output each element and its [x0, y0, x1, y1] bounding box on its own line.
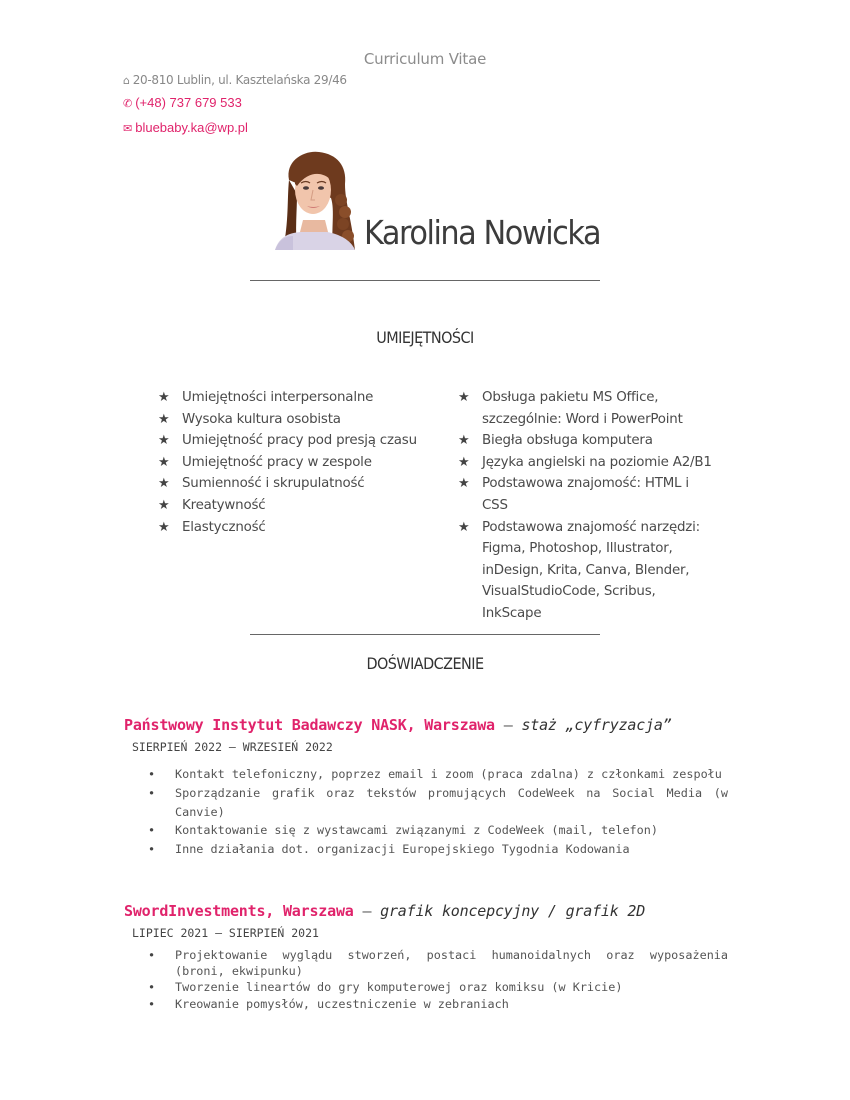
job-company: Państwowy Instytut Badawczy NASK, Warsza… [124, 716, 495, 734]
profile-photo [275, 150, 358, 250]
duty-item: • Projektowanie wyglądu stworzeń, postaci… [148, 948, 728, 979]
duty-item: • Tworzenie lineartów do gry komputerowej… [148, 980, 623, 995]
phone-icon: ✆ [123, 98, 133, 110]
skill-item: ★ Umiejętności interpersonalne [158, 387, 448, 409]
address-text: 20-810 Lublin, ul. Kasztelańska 29/46 [132, 73, 347, 87]
skill-item: ★ Biegła obsługa komputera [458, 430, 718, 452]
skill-item: ★ Kreatywność [158, 495, 448, 517]
star-icon: ★ [458, 433, 470, 449]
email-text[interactable]: bluebaby.ka@wp.pl [135, 120, 248, 135]
job-role: staż „cyfryzacja” [521, 716, 672, 734]
bullet-icon: • [148, 996, 156, 1011]
experience-heading: DOŚWIADCZENIE [366, 654, 484, 673]
star-icon: ★ [158, 390, 170, 405]
skill-item: ★ Elastyczność [158, 517, 448, 539]
house-icon: ⌂ [123, 74, 130, 87]
skill-item: ★ Języka angielski na poziomie A2/B1 [458, 452, 718, 474]
job-separator: — [362, 902, 372, 920]
skill-item: ★ Sumienność i skrupulatność [158, 473, 448, 495]
phone-text[interactable]: (+48) 737 679 533 [135, 95, 242, 110]
skill-item: ★ Podstawowa znajomość: HTML i CSS [458, 473, 718, 516]
duty-item: • Inne działania dot. organizacji Europej… [148, 840, 728, 859]
document-title: Curriculum Vitae [363, 50, 487, 68]
star-icon: ★ [458, 390, 470, 405]
skill-item: ★ Obsługa pakietu MS Office, szczególnie:… [458, 387, 718, 430]
divider [250, 280, 600, 281]
job-duties: • Kontakt telefoniczny, poprzez email i z… [148, 765, 728, 859]
bullet-icon: • [148, 767, 156, 781]
job-separator: — [503, 716, 513, 734]
contact-email[interactable]: ✉ bluebaby.ka@wp.pl [123, 120, 248, 135]
job-dates: LIPIEC 2021 – SIERPIEŃ 2021 [132, 926, 319, 940]
skill-item: ★ Wysoka kultura osobista [158, 409, 448, 431]
skills-list-left: ★ Umiejętności interpersonalne ★ Wysoka ku… [158, 387, 448, 538]
star-icon: ★ [158, 454, 170, 470]
job-title: Państwowy Instytut Badawczy NASK, Warsza… [124, 716, 672, 734]
skill-item: ★ Umiejętność pracy w zespole [158, 452, 448, 474]
star-icon: ★ [158, 411, 170, 427]
skill-item: ★ Podstawowa znajomość narzędzi: Figma, P… [458, 517, 718, 625]
job-role: grafik koncepcyjny / grafik 2D [380, 902, 646, 920]
bullet-icon: • [148, 785, 156, 800]
star-icon: ★ [458, 454, 470, 470]
person-name: Karolina Nowicka [364, 213, 602, 252]
star-icon: ★ [158, 433, 170, 449]
job-duties: • Projektowanie wyglądu stworzeń, postaci… [148, 947, 728, 1012]
contact-phone[interactable]: ✆ (+48) 737 679 533 [123, 95, 242, 110]
skill-item: ★ Umiejętność pracy pod presją czasu [158, 430, 448, 452]
job-company: SwordInvestments, Warszawa [124, 902, 354, 920]
divider [250, 634, 600, 635]
bullet-icon: • [148, 980, 156, 995]
contact-address: ⌂ 20-810 Lublin, ul. Kasztelańska 29/46 [123, 73, 347, 87]
duty-item: • Sporządzanie grafik oraz tekstów promuj… [148, 785, 728, 819]
bullet-icon: • [148, 948, 156, 962]
job-title: SwordInvestments, Warszawa — grafik konc… [124, 902, 645, 920]
star-icon: ★ [458, 476, 470, 492]
star-icon: ★ [158, 519, 170, 535]
duty-item: • Kreowanie pomysłów, uczestniczenie w ze… [148, 996, 509, 1011]
star-icon: ★ [458, 519, 470, 535]
bullet-icon: • [148, 823, 156, 838]
skills-heading: UMIEJĘTNOŚCI [376, 328, 474, 347]
skills-list-right: ★ Obsługa pakietu MS Office, szczególnie:… [458, 387, 718, 625]
profile-photo-image [275, 150, 358, 250]
bullet-icon: • [148, 842, 156, 857]
envelope-icon: ✉ [123, 123, 133, 135]
star-icon: ★ [158, 497, 170, 513]
duty-item: • Kontaktowanie się z wystawcami związany… [148, 821, 728, 840]
duty-item: • Kontakt telefoniczny, poprzez email i z… [148, 765, 728, 784]
star-icon: ★ [158, 476, 170, 492]
job-dates: SIERPIEŃ 2022 – WRZESIEŃ 2022 [132, 740, 333, 754]
